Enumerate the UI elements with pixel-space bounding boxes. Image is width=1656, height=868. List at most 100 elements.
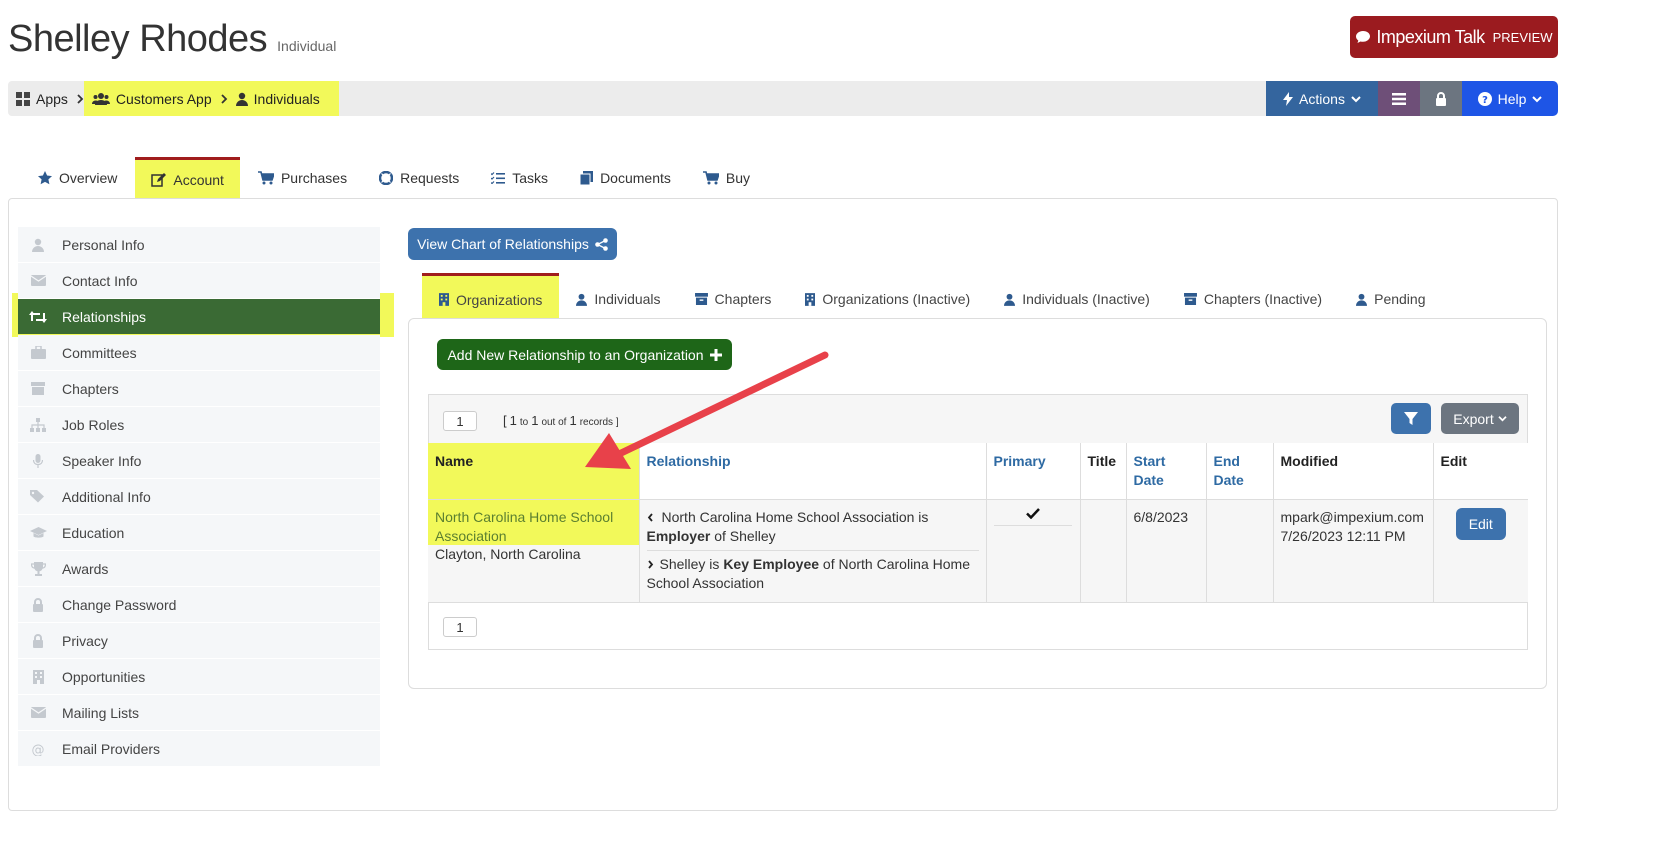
grid-icon (16, 91, 30, 106)
name-highlight: North Carolina Home School Association (428, 500, 639, 545)
share-icon (595, 237, 608, 251)
tab-organizations-inactive[interactable]: Organizations (Inactive) (788, 280, 987, 318)
actions-button[interactable]: Actions (1266, 81, 1378, 116)
briefcase-icon (18, 346, 58, 359)
col-title: Title (1080, 443, 1127, 500)
impexium-talk-button[interactable]: Impexium Talk PREVIEW (1350, 16, 1558, 58)
tab-individuals-inactive[interactable]: Individuals (Inactive) (987, 280, 1167, 318)
cell-end-date (1206, 499, 1274, 603)
breadcrumb-customers-app[interactable]: Customers App (91, 90, 212, 107)
tab-overview[interactable]: Overview (22, 157, 133, 199)
tab-overview-label: Overview (59, 170, 118, 186)
breadcrumb-apps[interactable]: Apps (16, 91, 68, 107)
col-primary[interactable]: Primary (986, 443, 1081, 500)
tab-individuals[interactable]: Individuals (559, 280, 677, 318)
documents-icon (580, 171, 594, 185)
cell-start-date: 6/8/2023 (1126, 499, 1207, 603)
rel2-pre: Shelley is (659, 556, 720, 572)
sidebar-item-email-providers[interactable]: @ Email Providers (18, 731, 380, 767)
sidebar-item-label: Relationships (62, 308, 147, 325)
page-title: Shelley Rhodes Individual (8, 18, 336, 61)
col-edit: Edit (1433, 443, 1528, 500)
page-number-top[interactable]: 1 (443, 411, 477, 431)
building-icon (805, 292, 816, 306)
sidebar-item-additional-info[interactable]: Additional Info (18, 479, 380, 515)
records-outof: out of (541, 417, 567, 428)
building-icon (439, 293, 449, 306)
breadcrumb-customers-label: Customers App (115, 90, 212, 107)
list-icon (1392, 92, 1406, 105)
breadcrumb-individuals-label: Individuals (253, 90, 320, 107)
cell-modified: mpark@impexium.com 7/26/2023 12:11 PM (1273, 499, 1434, 603)
question-circle-icon: ? (1477, 91, 1492, 106)
export-label: Export (1453, 410, 1494, 427)
sidebar-item-relationships[interactable]: Relationships (18, 299, 380, 334)
filter-button[interactable] (1391, 403, 1431, 434)
envelope-icon (18, 275, 58, 286)
sidebar-item-label: Email Providers (62, 740, 161, 757)
tab-organizations[interactable]: Organizations (422, 273, 560, 318)
tab-chapters-label: Chapters (714, 291, 772, 307)
tab-account-label: Account (173, 171, 224, 188)
col-start-date[interactable]: Start Date (1126, 443, 1207, 500)
building-icon (18, 669, 58, 684)
edit-icon (151, 172, 167, 187)
sidebar-item-label: Mailing Lists (62, 704, 140, 721)
archive-icon (1183, 293, 1197, 305)
lock-button[interactable] (1420, 81, 1462, 116)
tab-pending[interactable]: Pending (1339, 280, 1442, 318)
support-icon (379, 171, 394, 185)
sidebar-item-opportunities[interactable]: Opportunities (18, 659, 380, 695)
users-icon (91, 92, 110, 106)
sidebar-item-education[interactable]: Education (18, 515, 380, 551)
sidebar-item-mailing-lists[interactable]: Mailing Lists (18, 695, 380, 731)
tab-organizations-label: Organizations (456, 291, 543, 308)
sidebar-item-awards[interactable]: Awards (18, 551, 380, 587)
help-button[interactable]: ? Help (1462, 81, 1558, 116)
chevron-right-icon (647, 560, 654, 569)
sitemap-icon (18, 417, 58, 432)
tab-chapters[interactable]: Chapters (678, 280, 789, 318)
chevron-right-icon (220, 93, 228, 104)
rel1-bold: Employer (646, 528, 711, 544)
tab-purchases[interactable]: Purchases (242, 157, 363, 199)
sidebar-item-change-password[interactable]: Change Password (18, 587, 380, 623)
relationship-line-1b: Employer of Shelley (647, 527, 979, 546)
rel1-pre: North Carolina Home School Association i… (661, 509, 929, 525)
sidebar-item-label: Opportunities (62, 668, 146, 685)
sidebar-item-personal-info[interactable]: Personal Info (18, 227, 380, 263)
page-number-bottom[interactable]: 1 (443, 617, 477, 637)
tab-documents[interactable]: Documents (564, 157, 687, 199)
envelope-icon (18, 707, 58, 718)
export-button[interactable]: Export (1441, 403, 1519, 434)
sidebar-item-chapters[interactable]: Chapters (18, 371, 380, 407)
retweet-icon (18, 310, 58, 323)
cell-title (1080, 499, 1127, 603)
sidebar-item-privacy[interactable]: Privacy (18, 623, 380, 659)
actions-label: Actions (1299, 90, 1345, 107)
sidebar-item-label: Contact Info (62, 272, 138, 289)
sidebar-item-committees[interactable]: Committees (18, 335, 380, 371)
edit-button[interactable]: Edit (1455, 508, 1506, 540)
record-type: Individual (277, 38, 337, 54)
tab-tasks[interactable]: Tasks (475, 157, 564, 199)
tab-account[interactable]: Account (135, 157, 240, 199)
sidebar-item-label: Speaker Info (62, 452, 142, 469)
svg-text:@: @ (32, 743, 45, 756)
list-button[interactable] (1378, 81, 1420, 116)
tab-buy[interactable]: Buy (687, 157, 766, 199)
records-to-word: to (519, 417, 529, 428)
sidebar-item-contact-info[interactable]: Contact Info (18, 263, 380, 299)
tab-requests[interactable]: Requests (363, 157, 475, 199)
tab-chapters-inactive[interactable]: Chapters (Inactive) (1167, 280, 1339, 318)
organization-location: Clayton, North Carolina (435, 546, 581, 562)
cart-icon (702, 171, 719, 185)
organization-name-link[interactable]: North Carolina Home School Association (435, 509, 613, 544)
filter-icon (1404, 411, 1418, 426)
col-end-date[interactable]: End Date (1206, 443, 1274, 500)
view-chart-button[interactable]: View Chart of Relationships (408, 228, 617, 260)
sidebar-item-speaker-info[interactable]: Speaker Info (18, 443, 380, 479)
sidebar-item-job-roles[interactable]: Job Roles (18, 407, 380, 443)
chevron-down-icon (1351, 95, 1361, 103)
breadcrumb-individuals[interactable]: Individuals (235, 90, 320, 107)
